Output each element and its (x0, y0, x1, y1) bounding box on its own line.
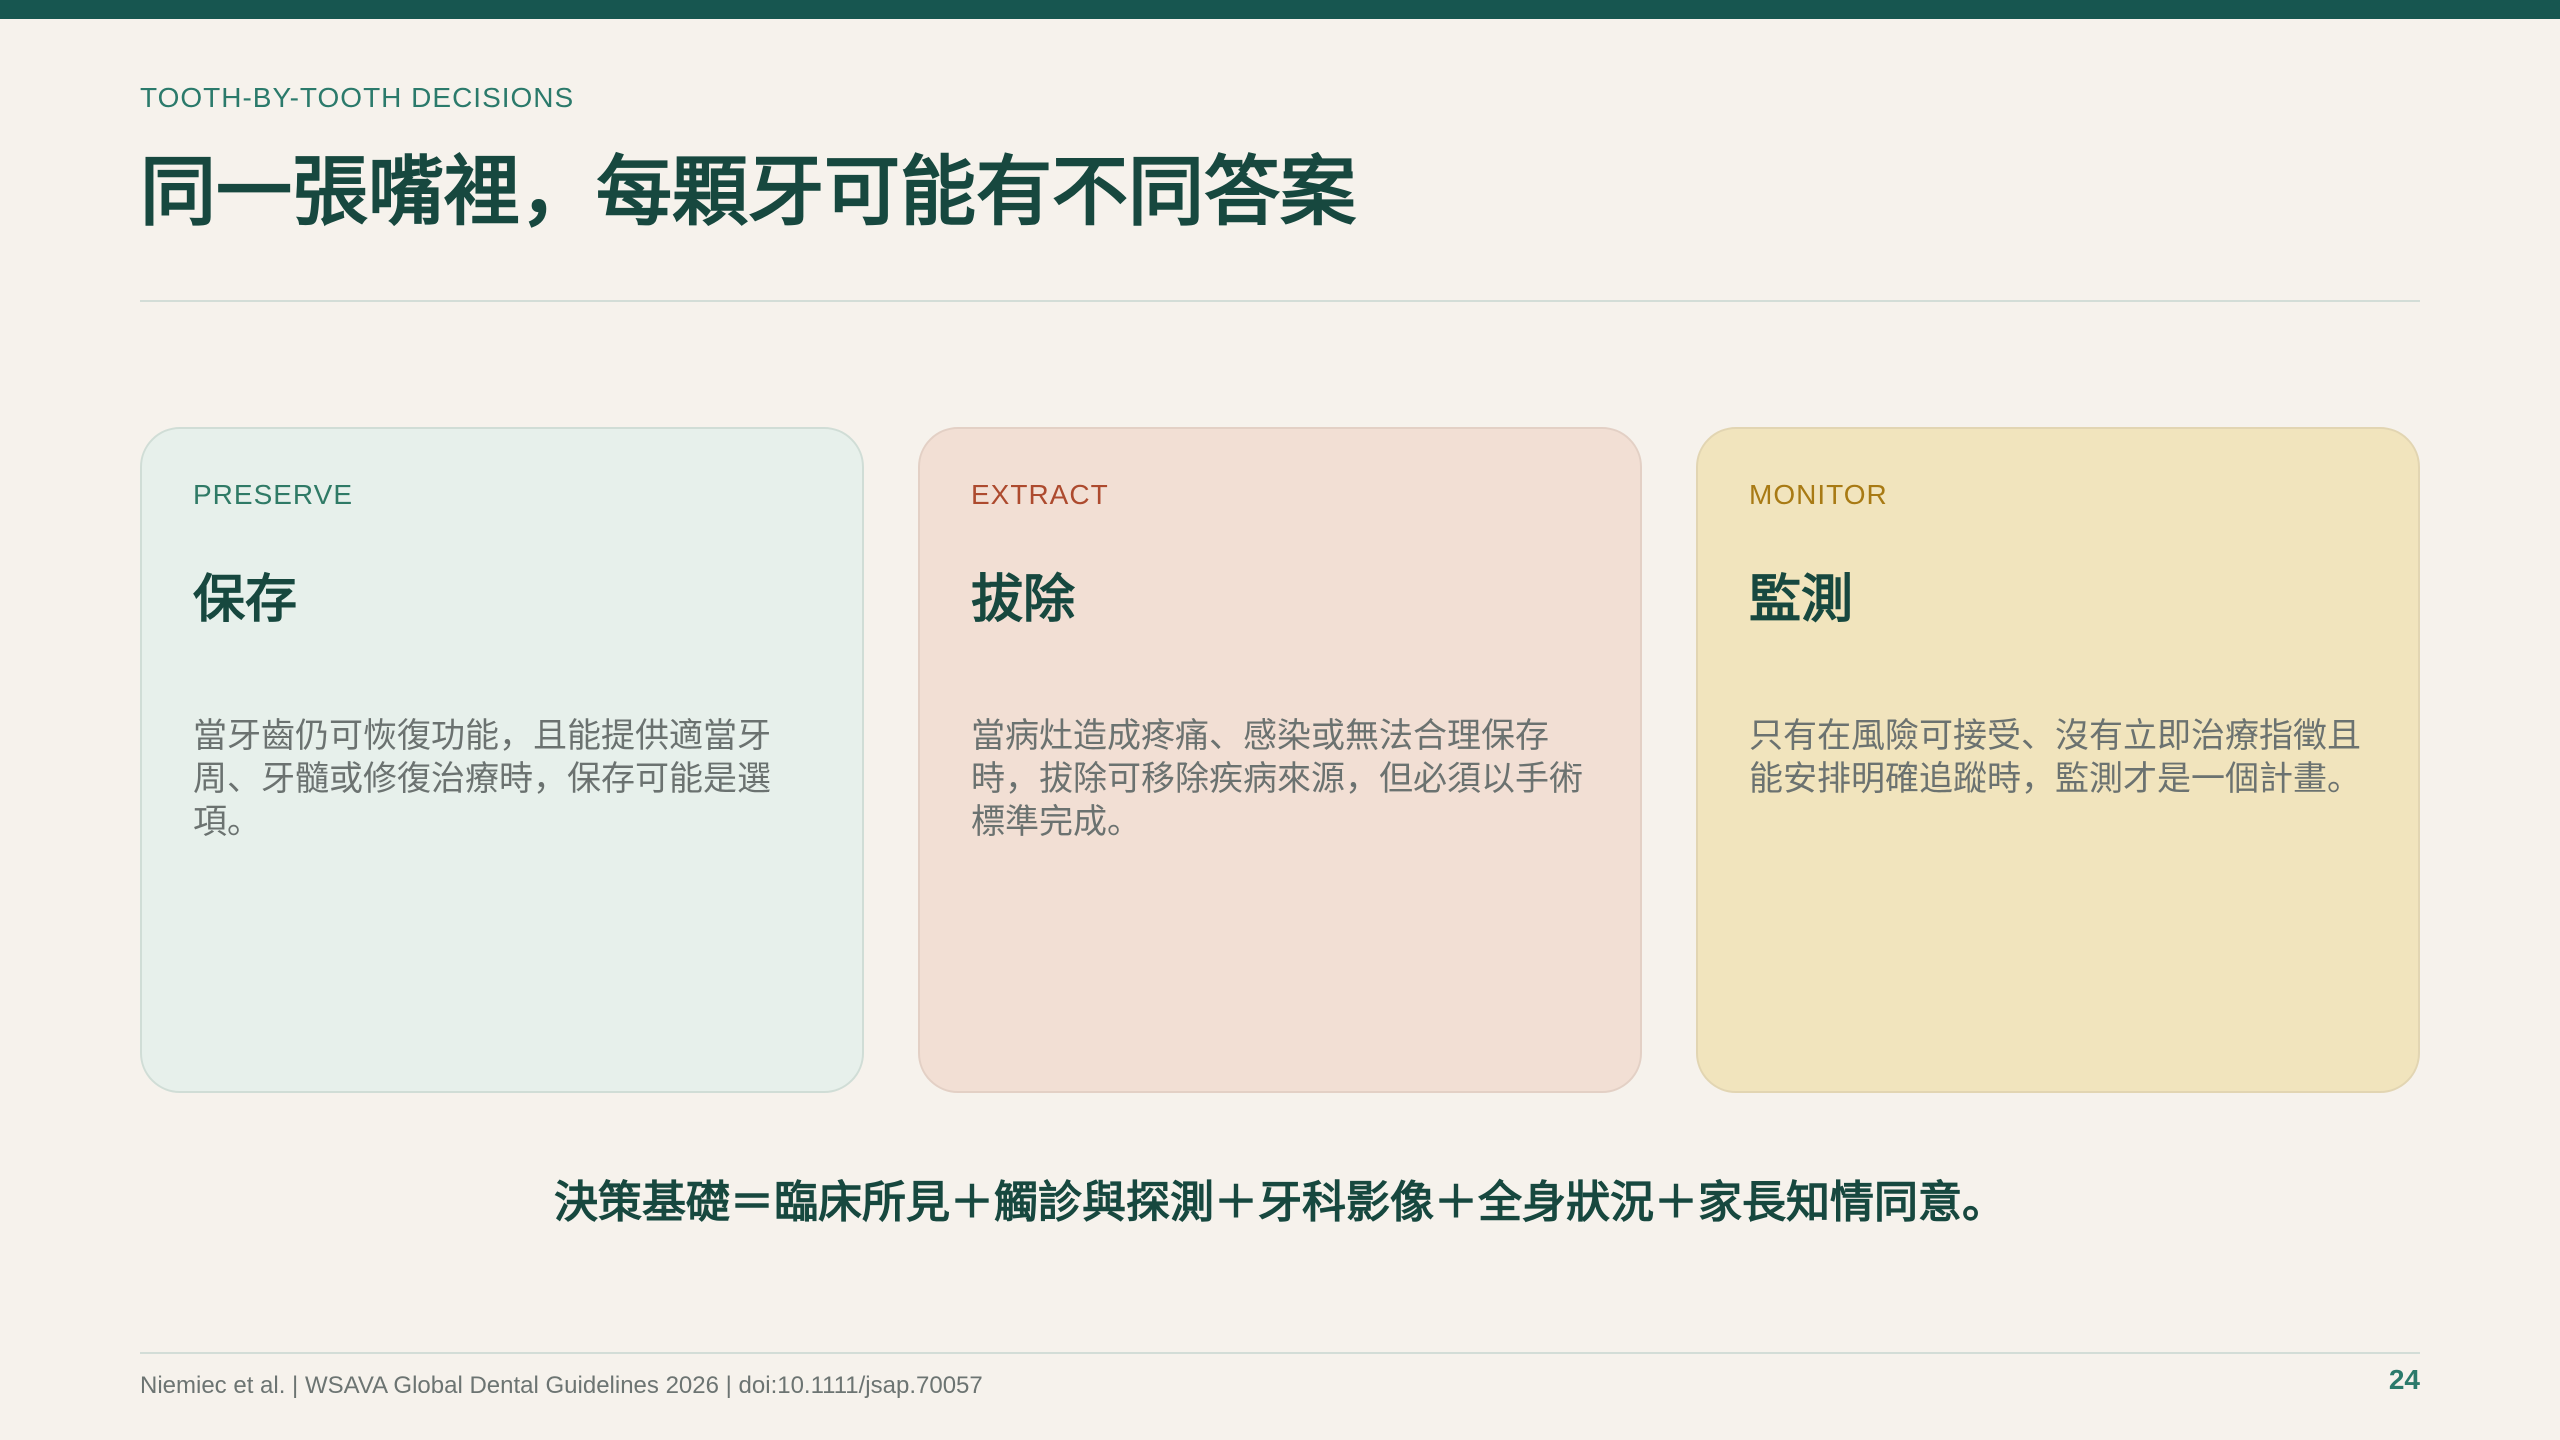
card-title: 拔除 (971, 570, 1076, 630)
title-divider (140, 300, 2420, 302)
card-tag: EXTRACT (971, 479, 1109, 510)
card-extract: EXTRACT 拔除 當病灶造成疼痛、感染或無法合理保存時，拔除可移除疾病來源，… (918, 427, 1642, 1093)
card-title: 監測 (1749, 570, 1854, 630)
top-accent-bar (0, 0, 2560, 19)
footer-citation: Niemiec et al. | WSAVA Global Dental Gui… (140, 1372, 983, 1399)
card-body: 當病灶造成疼痛、感染或無法合理保存時，拔除可移除疾病來源，但必須以手術標準完成。 (971, 716, 1583, 842)
card-tag: PRESERVE (193, 479, 353, 510)
card-body: 當牙齒仍可恢復功能，且能提供適當牙周、牙髓或修復治療時，保存可能是選項。 (193, 716, 771, 842)
card-body: 只有在風險可接受、沒有立即治療指徵且能安排明確追蹤時，監測才是一個計畫。 (1749, 716, 2361, 799)
slide-title: 同一張嘴裡，每顆牙可能有不同答案 (140, 147, 1356, 236)
card-monitor: MONITOR 監測 只有在風險可接受、沒有立即治療指徵且能安排明確追蹤時，監測… (1696, 427, 2420, 1093)
decision-basis-summary: 決策基礎＝臨床所見＋觸診與探測＋牙科影像＋全身狀況＋家長知情同意。 (554, 1177, 2006, 1228)
card-title: 保存 (193, 570, 298, 630)
page-number: 24 (2388, 1364, 2420, 1395)
slide-eyebrow: TOOTH-BY-TOOTH DECISIONS (140, 82, 575, 113)
decision-cards: PRESERVE 保存 當牙齒仍可恢復功能，且能提供適當牙周、牙髓或修復治療時，… (140, 427, 2420, 1097)
card-preserve: PRESERVE 保存 當牙齒仍可恢復功能，且能提供適當牙周、牙髓或修復治療時，… (140, 427, 864, 1093)
card-tag: MONITOR (1749, 479, 1888, 510)
footer-divider (140, 1352, 2420, 1354)
